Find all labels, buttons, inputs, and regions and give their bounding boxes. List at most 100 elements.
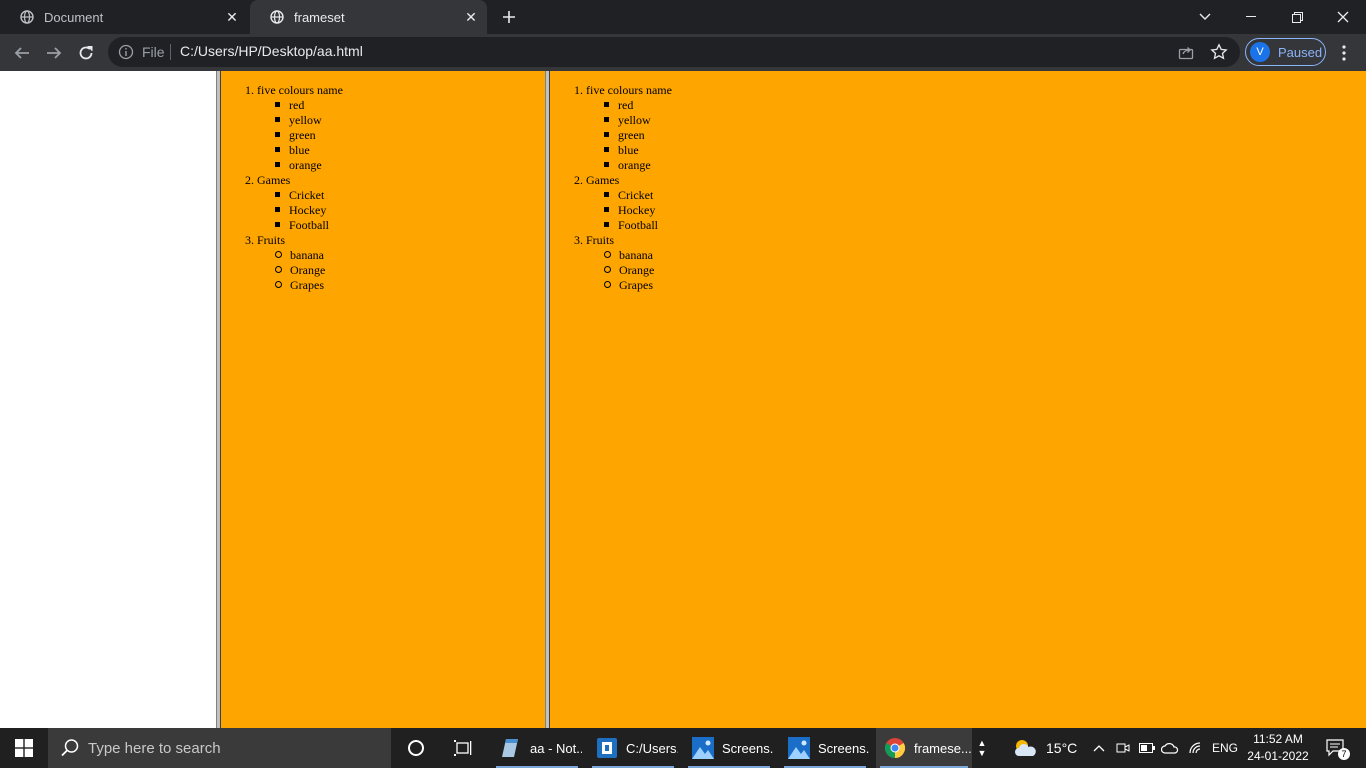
minimize-icon[interactable] (1228, 0, 1274, 34)
list-item: yellow (604, 113, 1366, 128)
taskbar-app-label: framese... (914, 740, 972, 756)
notepad-icon (500, 737, 522, 759)
weather-icon[interactable] (1012, 728, 1038, 768)
list-item: 1. five colours name red yellow green bl… (574, 83, 1366, 173)
taskbar-app-label: aa - Not... (530, 740, 582, 756)
list-item: Hockey (275, 203, 545, 218)
sublist: banana Orange Grapes (574, 248, 1366, 293)
list-item: green (275, 128, 545, 143)
list-item: green (604, 128, 1366, 143)
chevron-up-icon[interactable]: ▲ (978, 738, 987, 748)
list-item: 1. five colours name red yellow green bl… (245, 83, 545, 173)
info-icon[interactable] (118, 44, 134, 60)
chevron-up-icon[interactable] (1090, 728, 1108, 768)
search-placeholder: Type here to search (88, 739, 221, 757)
photos-icon (788, 737, 810, 759)
browser-toolbar: File C:/Users/HP/Desktop/aa.html V Pause… (0, 34, 1366, 71)
meet-now-icon[interactable] (1114, 728, 1132, 768)
notification-icon[interactable]: 7 (1322, 728, 1350, 768)
cortana-icon[interactable] (396, 728, 436, 768)
close-window-icon[interactable] (1320, 0, 1366, 34)
clock[interactable]: 11:52 AM 24-01-2022 (1240, 731, 1316, 765)
frame-left (0, 71, 216, 728)
taskbar-app-photos[interactable]: Screens... (780, 728, 870, 768)
taskbar-app-explorer[interactable]: C:/Users... (588, 728, 678, 768)
file-explorer-icon (596, 737, 618, 759)
tab-frameset[interactable]: frameset ✕ (250, 0, 487, 34)
profile-button[interactable]: V Paused (1245, 38, 1326, 66)
onedrive-icon[interactable] (1160, 728, 1180, 768)
list-item: yellow (275, 113, 545, 128)
windows-start-icon[interactable] (0, 728, 48, 768)
language-indicator[interactable]: ENG (1212, 741, 1238, 755)
profile-status: Paused (1278, 44, 1323, 60)
task-view-icon[interactable] (444, 728, 484, 768)
chevron-down-icon[interactable]: ▼ (978, 748, 987, 758)
list-item: Cricket (275, 188, 545, 203)
taskbar-app-label: Screens... (722, 740, 774, 756)
list-item: 3. Fruits banana Orange Grapes (245, 233, 545, 293)
plus-icon[interactable] (497, 5, 521, 29)
url-text[interactable]: C:/Users/HP/Desktop/aa.html (180, 43, 363, 59)
more-vert-icon[interactable] (1334, 39, 1354, 67)
forward-icon[interactable] (40, 39, 68, 67)
list-item: red (604, 98, 1366, 113)
list-heading: Fruits (586, 233, 615, 247)
scheme-label: File (142, 44, 165, 60)
list-item: Grapes (275, 278, 545, 293)
chevron-down-icon[interactable] (1182, 0, 1228, 34)
list-item: Grapes (604, 278, 1366, 293)
search-icon (60, 738, 80, 758)
avatar: V (1250, 42, 1270, 62)
list-item: banana (275, 248, 545, 263)
close-icon[interactable]: ✕ (222, 7, 242, 27)
address-bar[interactable]: File C:/Users/HP/Desktop/aa.html (108, 37, 1240, 67)
list-heading: five colours name (257, 83, 343, 97)
share-icon[interactable] (1178, 44, 1194, 60)
taskbar-app-chrome[interactable]: framese... (876, 728, 972, 768)
notification-count: 7 (1338, 748, 1350, 760)
taskbar-scroll[interactable]: ▲ ▼ (974, 728, 990, 768)
divider (170, 44, 171, 60)
list-item: Hockey (604, 203, 1366, 218)
taskbar-search[interactable]: Type here to search (48, 728, 391, 768)
tab-document[interactable]: Document ✕ (0, 0, 248, 34)
sublist: Cricket Hockey Football (574, 188, 1366, 233)
list-heading: five colours name (586, 83, 672, 97)
list-heading: Fruits (257, 233, 286, 247)
weather-temp[interactable]: 15°C (1046, 740, 1077, 756)
frame-document: 1. five colours name red yellow green bl… (550, 71, 1366, 293)
back-icon[interactable] (8, 39, 36, 67)
list-item: Orange (275, 263, 545, 278)
tab-title: Document (44, 9, 104, 25)
browser-tab-strip: Document ✕ frameset ✕ (0, 0, 1366, 34)
list-item: Cricket (604, 188, 1366, 203)
list-item: blue (275, 143, 545, 158)
taskbar-app-label: C:/Users... (626, 740, 678, 756)
clock-date: 24-01-2022 (1247, 749, 1309, 763)
restore-icon[interactable] (1274, 0, 1320, 34)
globe-icon (270, 10, 284, 24)
list-item: 2. Games Cricket Hockey Football (574, 173, 1366, 233)
wifi-icon[interactable] (1186, 728, 1206, 768)
reload-icon[interactable] (72, 39, 100, 67)
list-item: orange (604, 158, 1366, 173)
taskbar-app-photos[interactable]: Screens... (684, 728, 774, 768)
list-item: 2. Games Cricket Hockey Football (245, 173, 545, 233)
list-item: 3. Fruits banana Orange Grapes (574, 233, 1366, 293)
list-item: Football (604, 218, 1366, 233)
taskbar-app-notepad[interactable]: aa - Not... (492, 728, 582, 768)
list-item: orange (275, 158, 545, 173)
photos-icon (692, 737, 714, 759)
ordered-list: 1. five colours name red yellow green bl… (245, 83, 545, 293)
sublist: banana Orange Grapes (245, 248, 545, 293)
taskbar: Type here to search aa - Not... C:/Users… (0, 728, 1366, 768)
sublist: red yellow green blue orange (574, 98, 1366, 173)
frame-middle: 1. five colours name red yellow green bl… (221, 71, 545, 728)
star-icon[interactable] (1210, 43, 1228, 61)
sublist: red yellow green blue orange (245, 98, 545, 173)
list-item: Football (275, 218, 545, 233)
battery-icon[interactable] (1137, 728, 1157, 768)
page-viewport: 1. five colours name red yellow green bl… (0, 71, 1366, 728)
close-icon[interactable]: ✕ (461, 7, 481, 27)
